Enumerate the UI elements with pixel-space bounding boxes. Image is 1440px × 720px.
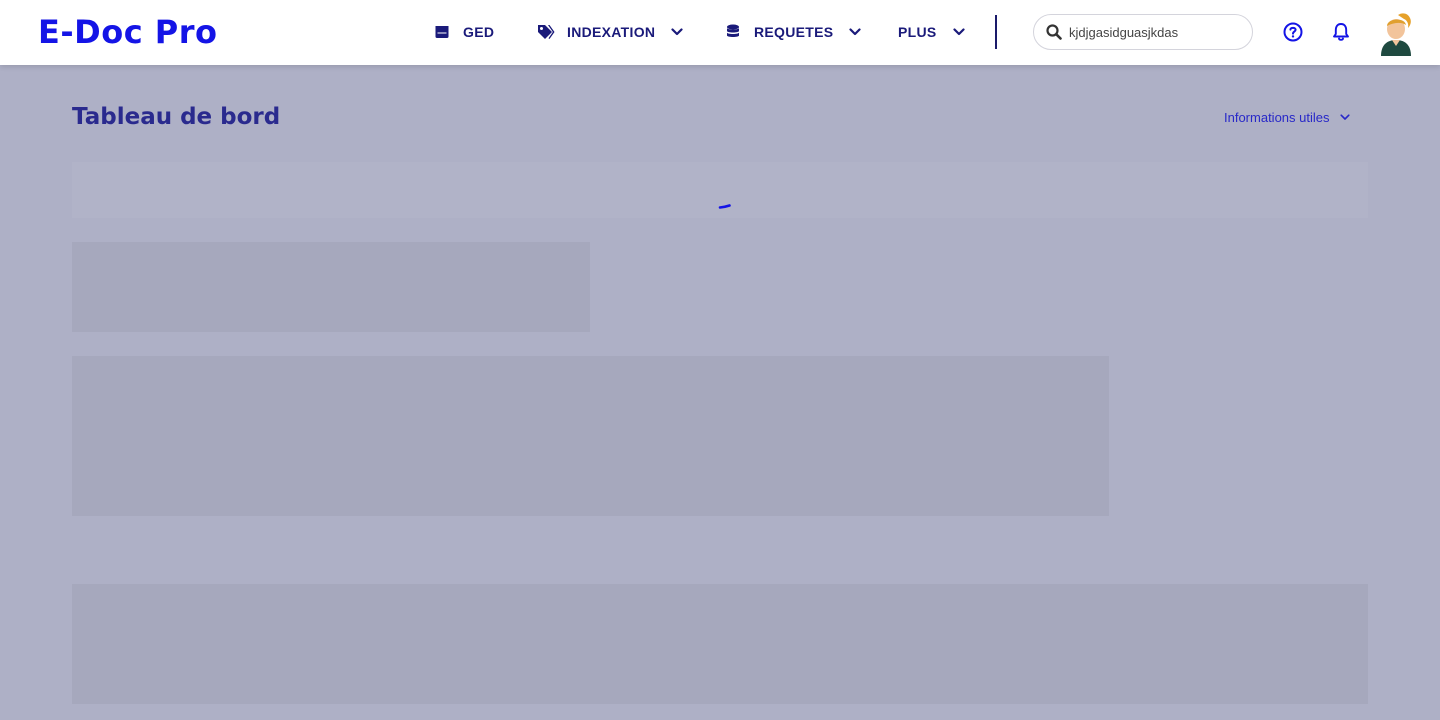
app-logo[interactable]: E-Doc Pro: [38, 12, 218, 52]
loading-spinner-icon: [712, 195, 738, 213]
chevron-down-icon: [1339, 111, 1352, 123]
chevron-down-icon: [952, 26, 965, 38]
help-circle-icon[interactable]: [1281, 20, 1305, 44]
nav-item-label: GED: [463, 24, 495, 40]
tags-icon: [537, 23, 555, 41]
archive-box-icon: [433, 23, 451, 41]
search-icon[interactable]: [1045, 23, 1063, 41]
search-box[interactable]: [1033, 14, 1253, 50]
widget-skeleton-wide: [72, 584, 1368, 704]
widget-skeleton-medium: [72, 356, 1109, 516]
nav-item-label: REQUETES: [754, 24, 834, 40]
nav-item-ged[interactable]: GED: [433, 20, 494, 44]
chevron-down-icon: [671, 26, 683, 38]
search-input[interactable]: [1069, 24, 1244, 40]
nav-item-label: INDEXATION: [567, 24, 656, 40]
chevron-down-icon: [849, 26, 862, 38]
nav-item-requetes[interactable]: REQUETES: [724, 20, 862, 44]
widget-skeleton-small: [72, 242, 590, 332]
nav-item-label: PLUS: [898, 24, 937, 40]
database-icon: [724, 23, 742, 41]
useful-info-dropdown[interactable]: Informations utiles: [1224, 106, 1352, 128]
top-navigation-bar: E-Doc Pro GED INDEXATION REQUETES PLUS: [0, 0, 1440, 65]
page-title: Tableau de bord: [72, 104, 281, 130]
avatar[interactable]: [1376, 12, 1416, 58]
nav-item-indexation[interactable]: INDEXATION: [537, 20, 683, 44]
bell-icon[interactable]: [1329, 20, 1353, 44]
nav-divider: [995, 15, 997, 49]
nav-item-plus[interactable]: PLUS: [898, 20, 965, 44]
useful-info-label: Informations utiles: [1224, 109, 1330, 125]
